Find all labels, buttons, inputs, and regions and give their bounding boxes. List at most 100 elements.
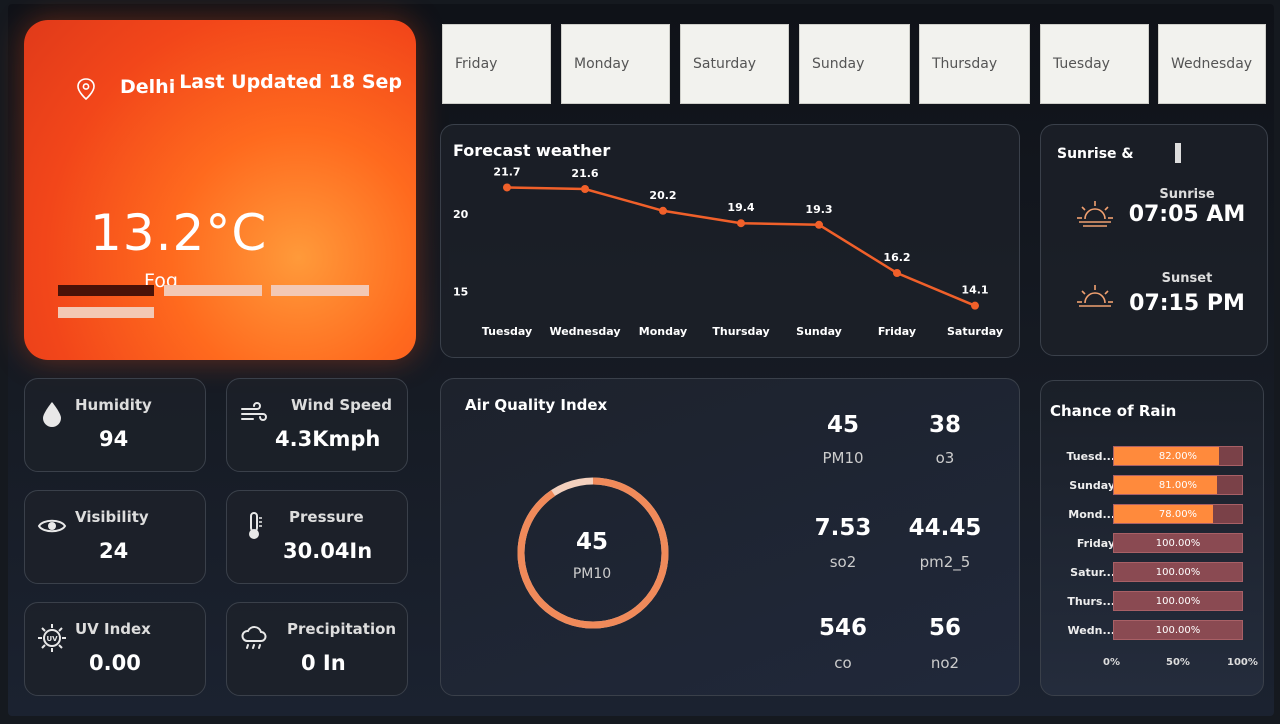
rain-bar[interactable]: 82.00% bbox=[1113, 446, 1243, 466]
rain-bar[interactable]: 100.00% bbox=[1113, 533, 1243, 553]
aqi-title: Air Quality Index bbox=[465, 396, 608, 414]
uv-sun-icon: UV bbox=[38, 624, 66, 652]
day-tab-wednesday[interactable]: Wednesday bbox=[1158, 24, 1266, 104]
rain-axis-50: 50% bbox=[1166, 657, 1190, 668]
rain-bar-value: 100.00% bbox=[1155, 595, 1201, 607]
aqi-so2-label: so2 bbox=[829, 553, 857, 571]
rain-bar-value: 100.00% bbox=[1155, 537, 1201, 549]
rain-bar[interactable]: 78.00% bbox=[1113, 504, 1243, 524]
forecast-chart-card: Forecast weather 21.7 Tuesday 21.6 Wednesda… bbox=[440, 124, 1020, 358]
rain-bar-value: 82.00% bbox=[1158, 450, 1198, 462]
forecast-point[interactable] bbox=[581, 185, 589, 193]
humidity-value: 94 bbox=[99, 427, 129, 451]
current-weather-card: Delhi Last Updated 18 Sep 13.2°C Fog bbox=[24, 20, 416, 360]
aqi-pm10-value: 45 bbox=[826, 412, 859, 438]
aqi-co-value: 546 bbox=[818, 615, 867, 641]
aqi-so2-value: 7.53 bbox=[814, 515, 872, 541]
rain-bar-label: Satur... bbox=[1070, 566, 1115, 579]
svg-text:UV: UV bbox=[46, 635, 58, 643]
day-tab-monday[interactable]: Monday bbox=[561, 24, 670, 104]
forecast-point[interactable] bbox=[659, 206, 667, 215]
droplet-icon bbox=[43, 402, 61, 427]
rain-bar-label: Sunday bbox=[1069, 479, 1115, 492]
forecast-data-label: 19.3 bbox=[805, 203, 832, 216]
forecast-point[interactable] bbox=[893, 269, 901, 277]
indicator-bar-4 bbox=[58, 307, 154, 318]
wind-speed-label: Wind Speed bbox=[291, 396, 392, 414]
wind-speed-card: Wind Speed 4.3Kmph bbox=[226, 378, 408, 472]
last-updated-text: Last Updated 18 Sep bbox=[179, 71, 402, 93]
sunrise-time: 07:05 AM bbox=[1128, 202, 1246, 227]
uv-index-card: UV UV Index 0.00 bbox=[24, 602, 206, 696]
visibility-card: Visibility 24 bbox=[24, 490, 206, 584]
aqi-gauge-value: 45 bbox=[575, 529, 608, 555]
sunrise-label: Sunrise bbox=[1159, 187, 1215, 202]
aqi-no2-label: no2 bbox=[930, 654, 960, 672]
uv-index-label: UV Index bbox=[75, 620, 151, 638]
aqi-o3-value: 38 bbox=[928, 412, 961, 438]
forecast-point[interactable] bbox=[815, 220, 823, 229]
thermometer-icon bbox=[249, 512, 262, 539]
forecast-x-tick: Monday bbox=[639, 325, 687, 338]
indicator-bar-1 bbox=[58, 285, 154, 296]
rain-bar-label: Thurs... bbox=[1067, 595, 1115, 608]
sunset-label: Sunset bbox=[1161, 271, 1213, 286]
rain-bar-label: Tuesd... bbox=[1066, 450, 1115, 463]
eye-icon bbox=[37, 519, 67, 533]
aqi-o3-label: o3 bbox=[935, 449, 955, 467]
rain-bar-value: 81.00% bbox=[1158, 479, 1198, 491]
day-tab-saturday[interactable]: Saturday bbox=[680, 24, 789, 104]
sun-card-scroll-handle[interactable] bbox=[1175, 143, 1181, 163]
rain-bar[interactable]: 100.00% bbox=[1113, 591, 1243, 611]
rain-bar-label: Friday bbox=[1076, 537, 1115, 550]
visibility-label: Visibility bbox=[75, 508, 149, 526]
forecast-data-label: 19.4 bbox=[727, 201, 754, 214]
precipitation-label: Precipitation bbox=[287, 620, 397, 638]
rain-bar-label: Mond... bbox=[1068, 508, 1115, 521]
rain-bar[interactable]: 81.00% bbox=[1113, 475, 1243, 495]
aqi-pm25-value: 44.45 bbox=[908, 515, 982, 541]
sun-times-card: Sunrise & Sunrise 07:05 AM Sunset 07:15 … bbox=[1040, 124, 1268, 356]
sunrise-icon bbox=[1077, 201, 1113, 227]
indicator-bar-3 bbox=[271, 285, 369, 296]
forecast-data-label: 21.7 bbox=[493, 165, 520, 178]
forecast-point[interactable] bbox=[971, 301, 979, 310]
rain-title: Chance of Rain bbox=[1050, 402, 1177, 420]
rain-bar-value: 78.00% bbox=[1158, 508, 1198, 520]
aqi-no2-value: 56 bbox=[928, 615, 961, 641]
aqi-pm25-label: pm2_5 bbox=[919, 553, 971, 571]
day-tab-sunday[interactable]: Sunday bbox=[799, 24, 910, 104]
forecast-point[interactable] bbox=[737, 219, 745, 228]
wind-icon bbox=[241, 402, 267, 421]
indicator-bar-2 bbox=[164, 285, 262, 296]
rain-bar-value: 100.00% bbox=[1155, 566, 1201, 578]
sunset-icon bbox=[1077, 285, 1113, 307]
aqi-co-label: co bbox=[834, 654, 852, 672]
humidity-label: Humidity bbox=[75, 396, 152, 414]
location-pin-icon bbox=[77, 78, 95, 100]
forecast-x-tick: Tuesday bbox=[482, 325, 532, 338]
forecast-y-tick: 15 bbox=[453, 286, 468, 299]
current-temperature: 13.2°C bbox=[90, 204, 268, 262]
rain-bar[interactable]: 100.00% bbox=[1113, 620, 1243, 640]
rain-axis-0: 0% bbox=[1103, 657, 1120, 668]
precipitation-value: 0 In bbox=[301, 651, 346, 675]
rain-bar[interactable]: 100.00% bbox=[1113, 562, 1243, 582]
day-tab-friday[interactable]: Friday bbox=[442, 24, 551, 104]
forecast-data-label: 20.2 bbox=[649, 189, 676, 202]
rain-bar-value: 100.00% bbox=[1155, 624, 1201, 636]
uv-index-value: 0.00 bbox=[89, 651, 141, 675]
day-tab-tuesday[interactable]: Tuesday bbox=[1040, 24, 1149, 104]
day-tab-thursday[interactable]: Thursday bbox=[919, 24, 1030, 104]
forecast-point[interactable] bbox=[503, 183, 511, 192]
forecast-data-label: 14.1 bbox=[961, 284, 988, 297]
city-name: Delhi bbox=[120, 76, 176, 98]
precipitation-card: Precipitation 0 In bbox=[226, 602, 408, 696]
forecast-data-label: 16.2 bbox=[883, 251, 910, 264]
pressure-label: Pressure bbox=[289, 508, 364, 526]
forecast-y-tick: 20 bbox=[453, 208, 469, 221]
forecast-x-tick: Sunday bbox=[796, 325, 842, 338]
pressure-card: Pressure 30.04In bbox=[226, 490, 408, 584]
air-quality-card: Air Quality Index 45 PM10 45 PM10 38 o3 … bbox=[440, 378, 1020, 696]
visibility-value: 24 bbox=[99, 539, 129, 563]
